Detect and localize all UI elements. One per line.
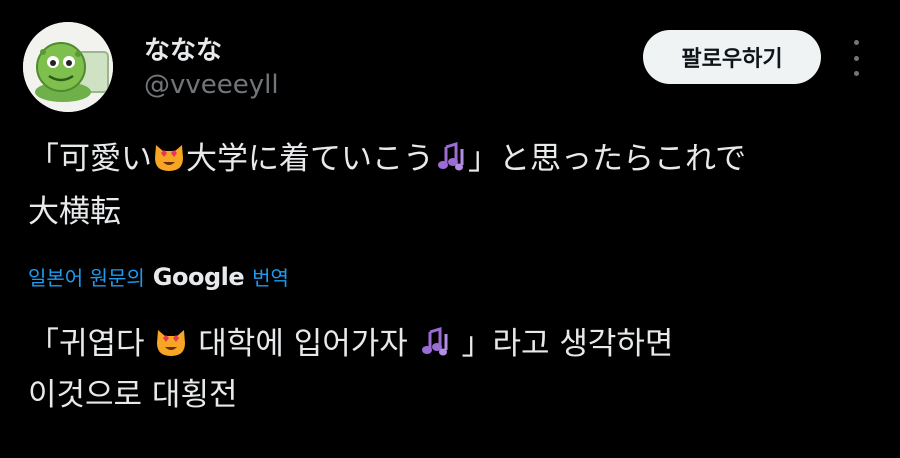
frog-avatar-icon (23, 22, 113, 112)
user-handle[interactable]: @vveeeyll (144, 70, 279, 100)
tweet-text-part: 「可愛い (28, 141, 152, 177)
heart-eyes-cat-emoji-icon (155, 145, 183, 171)
music-notes-emoji-icon (421, 326, 448, 356)
translation-attribution[interactable]: 일본어 원문의 Google 번역 (28, 262, 289, 291)
translated-text-part: 「귀엽다 (28, 326, 155, 362)
display-name[interactable]: ななな (144, 30, 222, 67)
translated-text-line-2: 이것으로 대횡전 (28, 377, 238, 413)
tweet-text-line-1: 「可愛い 大学に着ていこう 」と思ったらこれで (28, 141, 746, 178)
translated-text-line-1: 「귀엽다 대학에 입어가자 」라고 생각하면 (28, 326, 673, 363)
translated-text-part: 」라고 생각하면 (451, 326, 674, 362)
tweet-text-part: 」と思ったらこれで (468, 141, 747, 177)
tweet-text-line-2: 大横転 (28, 194, 121, 230)
avatar[interactable] (23, 22, 113, 112)
follow-button[interactable]: 팔로우하기 (643, 30, 821, 84)
google-logo: Google (152, 262, 245, 291)
heart-eyes-cat-emoji-icon (157, 330, 186, 356)
translated-text-part: 대학에 입어가자 (188, 326, 418, 362)
translation-prefix: 일본어 원문의 (28, 266, 145, 290)
tweet-text-part: 大学に着ていこう (186, 141, 434, 177)
translation-suffix: 번역 (252, 266, 289, 290)
more-options-icon[interactable] (846, 40, 866, 76)
music-notes-emoji-icon (438, 141, 464, 171)
